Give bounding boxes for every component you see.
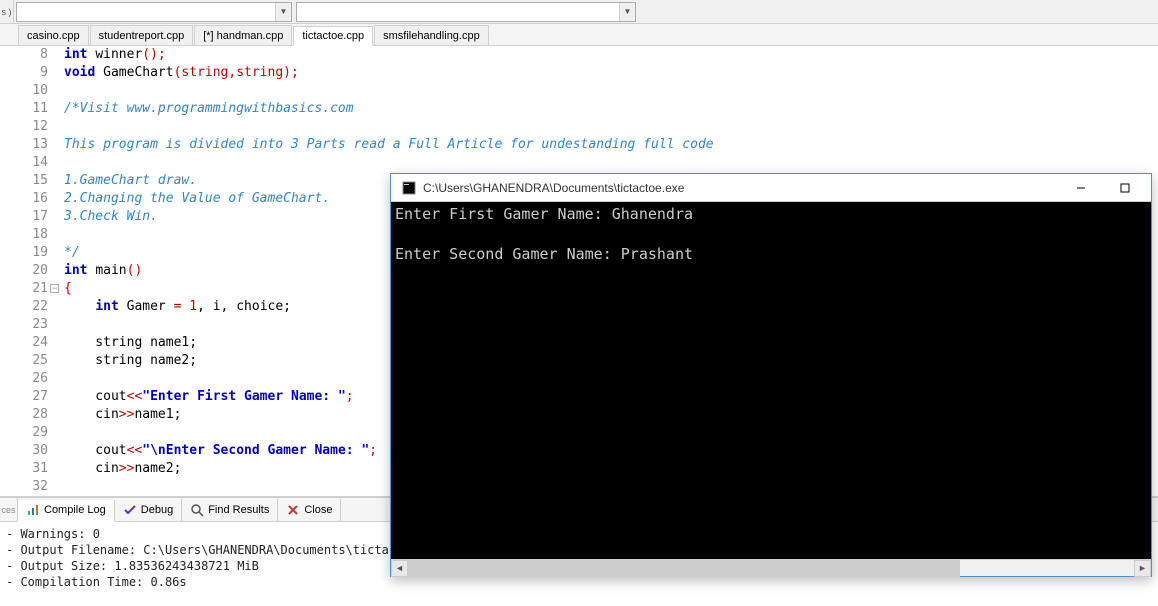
fold-toggle[interactable]: − <box>50 284 59 293</box>
tab-studentreport-cpp[interactable]: studentreport.cpp <box>90 25 194 45</box>
line-number: 22 <box>0 298 48 316</box>
bottom-tab-label: Close <box>304 504 332 516</box>
console-window[interactable]: C:\Users\GHANENDRA\Documents\tictactoe.e… <box>390 173 1152 577</box>
app-icon <box>401 180 417 196</box>
line-number: 28 <box>0 406 48 424</box>
line-number: 27 <box>0 388 48 406</box>
toolbar: s ) ▼ ▼ <box>0 0 1158 24</box>
tab-tictactoe-cpp[interactable]: tictactoe.cpp <box>293 26 373 46</box>
check-icon <box>123 503 137 517</box>
line-number: 18 <box>0 226 48 244</box>
line-number: 31 <box>0 460 48 478</box>
line-number: 14 <box>0 154 48 172</box>
line-number: 17 <box>0 208 48 226</box>
line-number: 19 <box>0 244 48 262</box>
code-line[interactable]: void GameChart(string,string); <box>64 64 1158 82</box>
symbol-combo[interactable]: ▼ <box>296 2 636 22</box>
tab-smsfilehandling-cpp[interactable]: smsfilehandling.cpp <box>374 25 489 45</box>
toolbar-stub: s ) <box>0 0 14 23</box>
line-gutter: 8910111213141516171819202122232425262728… <box>0 46 56 496</box>
scroll-left-icon[interactable]: ◄ <box>391 560 408 577</box>
code-line[interactable]: int winner(); <box>64 46 1158 64</box>
scroll-track[interactable] <box>408 560 1134 577</box>
file-tabbar: casino.cppstudentreport.cpp[*] handman.c… <box>0 24 1158 46</box>
bottom-tab-debug[interactable]: Debug <box>115 499 182 521</box>
line-number: 20 <box>0 262 48 280</box>
code-line[interactable] <box>64 82 1158 100</box>
tab-casino-cpp[interactable]: casino.cpp <box>18 25 89 45</box>
titlebar[interactable]: C:\Users\GHANENDRA\Documents\tictactoe.e… <box>391 174 1151 202</box>
line-number: 13 <box>0 136 48 154</box>
bottom-tab-compile-log[interactable]: Compile Log <box>18 500 115 522</box>
minimize-button[interactable] <box>1059 174 1103 202</box>
line-number: 9 <box>0 64 48 82</box>
line-number: 23 <box>0 316 48 334</box>
line-number: 16 <box>0 190 48 208</box>
console-output: Enter First Gamer Name: Ghanendra Enter … <box>391 202 1151 559</box>
line-number: 30 <box>0 442 48 460</box>
chart-icon <box>26 503 40 517</box>
bottom-tab-find-results[interactable]: Find Results <box>182 499 278 521</box>
line-number: 10 <box>0 82 48 100</box>
line-number: 12 <box>0 118 48 136</box>
chevron-down-icon: ▼ <box>619 3 635 21</box>
line-number: 29 <box>0 424 48 442</box>
line-number: 24 <box>0 334 48 352</box>
code-line[interactable]: /*Visit www.programmingwithbasics.com <box>64 100 1158 118</box>
code-line[interactable] <box>64 154 1158 172</box>
line-number: 8 <box>0 46 48 64</box>
bottom-tab-stub[interactable]: ces <box>0 498 18 521</box>
search-icon <box>190 503 204 517</box>
code-line[interactable] <box>64 118 1158 136</box>
line-number: 32 <box>0 478 48 496</box>
line-number: 25 <box>0 352 48 370</box>
chevron-down-icon: ▼ <box>275 3 291 21</box>
tab--handman-cpp[interactable]: [*] handman.cpp <box>194 25 292 45</box>
bottom-tab-label: Debug <box>141 504 173 516</box>
console-scrollbar[interactable]: ◄ ► <box>391 559 1151 576</box>
scope-combo[interactable]: ▼ <box>16 2 292 22</box>
bottom-tab-label: Compile Log <box>44 504 106 516</box>
line-number: 11 <box>0 100 48 118</box>
maximize-button[interactable] <box>1103 174 1147 202</box>
x-icon <box>286 503 300 517</box>
line-number: 26 <box>0 370 48 388</box>
bottom-tab-label: Find Results <box>208 504 269 516</box>
line-number: 21 <box>0 280 48 298</box>
code-line[interactable]: This program is divided into 3 Parts rea… <box>64 136 1158 154</box>
scroll-right-icon[interactable]: ► <box>1134 560 1151 577</box>
bottom-tab-close[interactable]: Close <box>278 499 341 521</box>
scroll-thumb[interactable] <box>408 560 960 577</box>
line-number: 15 <box>0 172 48 190</box>
console-title: C:\Users\GHANENDRA\Documents\tictactoe.e… <box>423 181 1059 195</box>
